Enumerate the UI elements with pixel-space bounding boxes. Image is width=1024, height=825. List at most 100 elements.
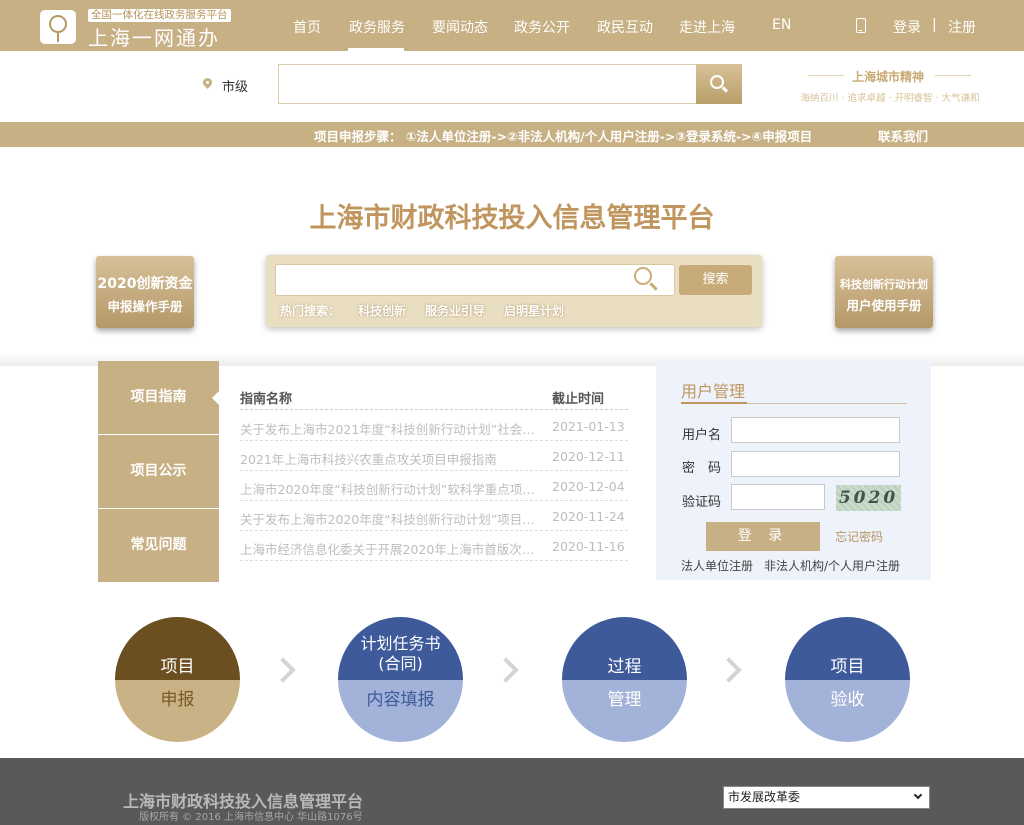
chevron-right-icon bbox=[493, 657, 519, 683]
process-step-circle[interactable]: 项目 验收 bbox=[785, 617, 910, 742]
process-step-bottom-half: 内容填报 bbox=[338, 680, 463, 742]
manual-button-line2: 申报操作手册 bbox=[107, 299, 183, 314]
hot-search-item[interactable]: 启明星计划 bbox=[504, 302, 564, 319]
chevron-right-icon bbox=[716, 657, 742, 683]
forgot-password-link[interactable]: 忘记密码 bbox=[835, 528, 883, 545]
guide-deadline: 2020-12-04 bbox=[552, 479, 625, 494]
manual-button-line1: 2020创新资金 bbox=[97, 276, 193, 292]
tab-faq[interactable]: 常见问题 bbox=[98, 509, 219, 582]
hot-search-label: 热门搜索： bbox=[280, 304, 341, 318]
col-header-name: 指南名称 bbox=[240, 392, 293, 407]
guide-row[interactable]: 关于发布上海市2020年度“科技创新行动计划”项目申报指南的通知 2020-11… bbox=[240, 501, 628, 531]
guide-button-line1: 科技创新行动计划 bbox=[840, 278, 928, 291]
process-step-bottom-half: 管理 bbox=[562, 680, 687, 742]
process-step-circle[interactable]: 计划任务书 (合同) 内容填报 bbox=[338, 617, 463, 742]
guide-button-line2: 用户使用手册 bbox=[846, 298, 922, 313]
department-link-select[interactable]: 市发展改革委 bbox=[723, 786, 930, 809]
platform-search-input[interactable] bbox=[275, 264, 675, 296]
guide-title[interactable]: 2021年上海市科技兴农重点攻关项目申报指南 bbox=[240, 449, 540, 468]
process-step-title: 计划任务书 (合同) bbox=[360, 634, 441, 673]
process-step-title: 项目 bbox=[160, 657, 195, 677]
guide-row[interactable]: 2021年上海市科技兴农重点攻关项目申报指南 2020-12-11 bbox=[240, 441, 628, 471]
guide-row[interactable]: 上海市2020年度“科技创新行动计划”软科学重点项目申报指南 2020-12-0… bbox=[240, 471, 628, 501]
nav-interaction[interactable]: 政民互动 bbox=[597, 17, 653, 37]
logo-tagline: 全国一体化在线政务服务平台 bbox=[88, 9, 231, 22]
login-panel-title: 用户管理 bbox=[681, 382, 746, 401]
process-step-subtitle: 申报 bbox=[160, 690, 195, 710]
city-spirit-slogan: 海纳百川 · 追求卓越 · 开明睿智 · 大气谦和 bbox=[800, 93, 980, 104]
tab-project-guide[interactable]: 项目指南 bbox=[98, 361, 219, 434]
process-step-circle[interactable]: 过程 管理 bbox=[562, 617, 687, 742]
captcha-image[interactable]: 5020 bbox=[836, 485, 901, 511]
platform-search-button[interactable]: 搜索 bbox=[679, 265, 752, 295]
guide-deadline: 2021-01-13 bbox=[552, 419, 625, 434]
col-header-deadline: 截止时间 bbox=[552, 392, 605, 407]
mobile-phone-icon[interactable] bbox=[856, 18, 866, 33]
login-title-underline bbox=[681, 402, 747, 404]
process-step-circle[interactable]: 项目 申报 bbox=[115, 617, 240, 742]
site-search-button[interactable] bbox=[696, 64, 742, 104]
process-step-title: 过程 bbox=[607, 657, 642, 677]
process-step-bottom-half: 申报 bbox=[115, 680, 240, 742]
header-separator: | bbox=[932, 17, 937, 33]
site-search-input[interactable] bbox=[278, 64, 698, 104]
chevron-right-icon bbox=[270, 657, 296, 683]
guide-deadline: 2020-11-16 bbox=[552, 539, 625, 554]
list-header-divider bbox=[240, 409, 628, 410]
username-field[interactable] bbox=[731, 417, 900, 443]
user-guide-button[interactable]: 科技创新行动计划 用户使用手册 bbox=[835, 256, 933, 328]
nav-home[interactable]: 首页 bbox=[293, 17, 321, 37]
logo-name: 上海一网通办 bbox=[88, 26, 220, 50]
chevron-down-icon bbox=[913, 790, 923, 800]
guide-title[interactable]: 上海市2020年度“科技创新行动计划”软科学重点项目申报指南 bbox=[240, 479, 540, 498]
site-logo[interactable]: 全国一体化在线政务服务平台 上海一网通办 bbox=[40, 8, 240, 50]
guide-title[interactable]: 关于发布上海市2020年度“科技创新行动计划”项目申报指南的通知 bbox=[240, 509, 540, 528]
city-spirit-title: 上海城市精神 bbox=[851, 70, 924, 84]
nav-english[interactable]: EN bbox=[772, 17, 791, 33]
contact-us-link[interactable]: 联系我们 bbox=[878, 126, 928, 145]
process-step-subtitle: 验收 bbox=[830, 690, 865, 710]
nav-about-shanghai[interactable]: 走进上海 bbox=[679, 17, 735, 37]
hot-search-item[interactable]: 服务业引导 bbox=[425, 302, 485, 319]
location-selector[interactable]: 市级 bbox=[222, 76, 248, 95]
search-icon bbox=[710, 75, 724, 89]
nav-news[interactable]: 要闻动态 bbox=[432, 17, 488, 37]
footer-copyright: 版权所有 © 2016 上海市信息中心 华山路1076号 bbox=[139, 812, 363, 823]
platform-title: 上海市财政科技投入信息管理平台 bbox=[309, 203, 715, 234]
innovation-fund-manual-button[interactable]: 2020创新资金 申报操作手册 bbox=[96, 256, 194, 328]
hot-search-item[interactable]: 科技创新 bbox=[358, 302, 406, 319]
password-field[interactable] bbox=[731, 451, 900, 477]
guide-deadline: 2020-11-24 bbox=[552, 509, 625, 524]
logo-e-icon bbox=[40, 10, 76, 44]
nav-gov-services[interactable]: 政务服务 bbox=[349, 17, 405, 37]
login-link[interactable]: 登录 bbox=[893, 17, 921, 37]
username-label: 用户名 bbox=[682, 428, 722, 443]
process-step-subtitle: 内容填报 bbox=[366, 690, 435, 710]
guide-title[interactable]: 关于发布上海市2021年度“科技创新行动计划”社会发展科技攻关项目申报指南的通知 bbox=[240, 419, 540, 438]
nav-gov-affairs[interactable]: 政务公开 bbox=[514, 17, 570, 37]
captcha-field[interactable] bbox=[731, 484, 825, 510]
nav-active-indicator bbox=[348, 48, 404, 51]
application-steps-text: 项目申报步骤： ①法人单位注册->②非法人机构/个人用户注册->③登录系统->④… bbox=[314, 129, 813, 144]
login-submit-button[interactable]: 登 录 bbox=[706, 522, 820, 551]
personal-register-link[interactable]: 非法人机构/个人用户注册 bbox=[764, 557, 900, 574]
password-label: 密 码 bbox=[682, 461, 722, 476]
guide-row[interactable]: 关于发布上海市2021年度“科技创新行动计划”社会发展科技攻关项目申报指南的通知… bbox=[240, 411, 628, 441]
tab-project-announcement[interactable]: 项目公示 bbox=[98, 435, 219, 508]
guide-deadline: 2020-12-11 bbox=[552, 449, 625, 464]
process-step-top-half: 过程 bbox=[562, 617, 687, 680]
process-step-top-half: 项目 bbox=[115, 617, 240, 680]
process-step-title: 项目 bbox=[830, 657, 865, 677]
guide-row[interactable]: 上海市经济信息化委关于开展2020年上海市首版次软件产品申报的通知 2020-1… bbox=[240, 531, 628, 561]
captcha-label: 验证码 bbox=[682, 495, 722, 510]
active-tab-indicator bbox=[212, 391, 219, 405]
process-step-bottom-half: 验收 bbox=[785, 680, 910, 742]
corporate-register-link[interactable]: 法人单位注册 bbox=[681, 557, 753, 574]
magnifier-icon bbox=[634, 267, 652, 285]
location-pin-icon bbox=[201, 76, 214, 89]
process-step-subtitle: 管理 bbox=[607, 690, 642, 710]
guide-title[interactable]: 上海市经济信息化委关于开展2020年上海市首版次软件产品申报的通知 bbox=[240, 539, 540, 558]
select-value: 市发展改革委 bbox=[728, 790, 801, 804]
register-link[interactable]: 注册 bbox=[948, 17, 976, 37]
process-step-top-half: 计划任务书 (合同) bbox=[338, 617, 463, 680]
